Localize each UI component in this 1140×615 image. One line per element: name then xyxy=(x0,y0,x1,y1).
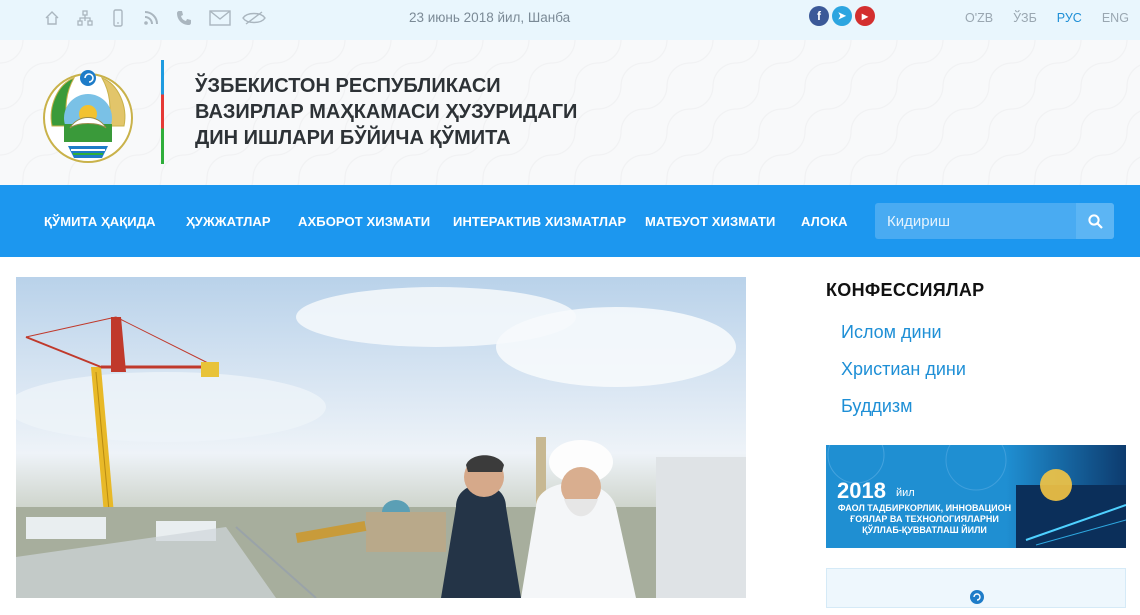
link-christianity[interactable]: Христиан дини xyxy=(841,359,966,380)
featured-news-image[interactable] xyxy=(16,277,746,598)
lang-uz-latin[interactable]: O'ZB xyxy=(965,11,993,25)
facebook-icon[interactable]: f xyxy=(809,6,829,26)
flag-stripe-divider xyxy=(161,60,164,164)
home-icon[interactable] xyxy=(44,6,77,30)
search-icon xyxy=(1087,213,1103,229)
rss-icon[interactable] xyxy=(143,6,176,30)
lang-uz-cyrillic[interactable]: ЎЗБ xyxy=(1013,11,1037,25)
title-line-3: ДИН ИШЛАРИ БЎЙИЧА ҚЎМИТА xyxy=(195,127,511,149)
mobile-icon[interactable] xyxy=(110,6,143,30)
nav-documents[interactable]: ҲУЖЖАТЛАР xyxy=(186,214,271,229)
nav-press-service[interactable]: МАТБУОТ ХИЗМАТИ xyxy=(645,214,775,229)
utility-icons xyxy=(44,6,275,30)
banner-year-suffix: йил xyxy=(896,487,915,499)
nav-information-service[interactable]: АХБОРОТ ХИЗМАТИ xyxy=(298,214,430,229)
current-date: 23 июнь 2018 йил, Шанба xyxy=(409,10,571,25)
nav-interactive-services[interactable]: ИНТЕРАКТИВ ХИЗМАТЛАР xyxy=(453,214,626,229)
secondary-banner[interactable] xyxy=(826,568,1126,608)
youtube-icon[interactable]: ▶ xyxy=(855,6,875,26)
search-box xyxy=(875,203,1114,239)
organization-title[interactable]: ЎЗБЕКИСТОН РЕСПУБЛИКАСИ ВАЗИРЛАР МАҲКАМА… xyxy=(195,73,615,151)
link-buddhism[interactable]: Буддизм xyxy=(841,396,913,417)
search-input[interactable] xyxy=(875,203,1075,239)
low-vision-icon[interactable] xyxy=(242,6,275,30)
phone-icon[interactable] xyxy=(176,6,209,30)
mail-icon[interactable] xyxy=(209,6,242,30)
link-islam[interactable]: Ислом дини xyxy=(841,322,942,343)
title-line-1: ЎЗБЕКИСТОН РЕСПУБЛИКАСИ xyxy=(195,75,501,97)
confessions-heading: КОНФЕССИЯЛАР xyxy=(826,280,985,300)
main-navigation: ҚЎМИТА ҲАҚИДА ҲУЖЖАТЛАР АХБОРОТ ХИЗМАТИ … xyxy=(0,185,1140,257)
sitemap-icon[interactable] xyxy=(77,6,110,30)
social-links: f ➤ ▶ xyxy=(809,6,875,26)
telegram-icon[interactable]: ➤ xyxy=(832,6,852,26)
emblem-icon xyxy=(970,590,984,604)
banner-text: ФАОЛ ТАДБИРКОРЛИК, ИННОВАЦИОН ҒОЯЛАР ВА … xyxy=(837,503,1012,535)
top-bar: 23 июнь 2018 йил, Шанба f ➤ ▶ O'ZB ЎЗБ Р… xyxy=(0,0,1140,40)
language-switcher: O'ZB ЎЗБ РУС ENG xyxy=(965,11,1140,25)
lang-en[interactable]: ENG xyxy=(1102,11,1129,25)
site-header: ЎЗБЕКИСТОН РЕСПУБЛИКАСИ ВАЗИРЛАР МАҲКАМА… xyxy=(0,40,1140,185)
nav-about-committee[interactable]: ҚЎМИТА ҲАҚИДА xyxy=(44,214,156,229)
nav-contact[interactable]: АЛОКА xyxy=(801,214,848,229)
year-2018-banner[interactable]: 2018 йил ФАОЛ ТАДБИРКОРЛИК, ИННОВАЦИОН Ғ… xyxy=(826,445,1126,548)
banner-year: 2018 xyxy=(837,478,886,503)
state-emblem-logo[interactable] xyxy=(38,66,138,166)
title-line-2: ВАЗИРЛАР МАҲКАМАСИ ҲУЗУРИДАГИ xyxy=(195,101,578,123)
lang-ru[interactable]: РУС xyxy=(1057,11,1082,25)
search-button[interactable] xyxy=(1076,203,1114,239)
